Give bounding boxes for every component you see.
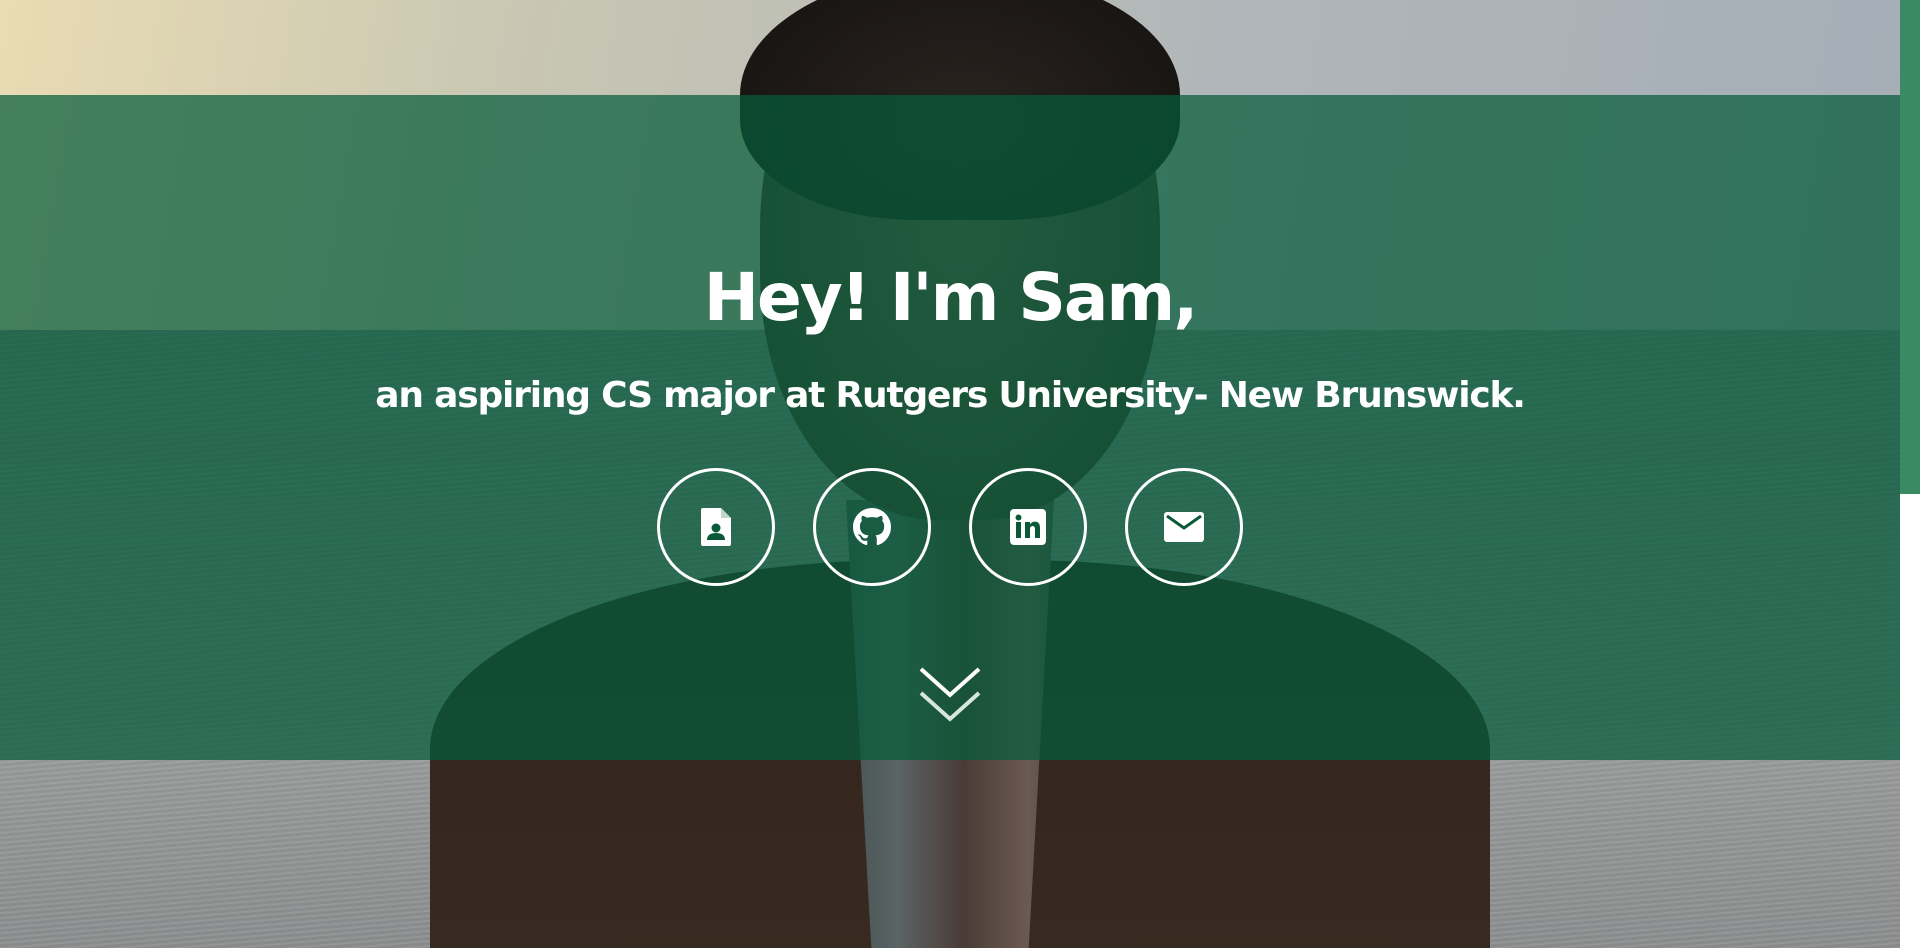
page-scrollbar[interactable] (1900, 0, 1920, 948)
hero-subtitle: an aspiring CS major at Rutgers Universi… (375, 375, 1526, 416)
resume-document-icon (701, 508, 731, 546)
hero-section: Hey! I'm Sam, an aspiring CS major at Ru… (0, 95, 1900, 760)
linkedin-link-button[interactable] (969, 468, 1087, 586)
double-chevron-down-icon (919, 667, 981, 722)
github-link-button[interactable] (813, 468, 931, 586)
scrollbar-thumb[interactable] (1900, 0, 1920, 494)
page-viewport: Hey! I'm Sam, an aspiring CS major at Ru… (0, 0, 1900, 948)
email-link-button[interactable] (1125, 468, 1243, 586)
hero-title: Hey! I'm Sam, (703, 259, 1199, 336)
linkedin-icon (1010, 509, 1046, 545)
social-links (0, 468, 1900, 586)
scroll-down-button[interactable] (915, 653, 985, 733)
github-icon (853, 508, 891, 546)
email-icon (1164, 512, 1204, 542)
resume-link-button[interactable] (657, 468, 775, 586)
